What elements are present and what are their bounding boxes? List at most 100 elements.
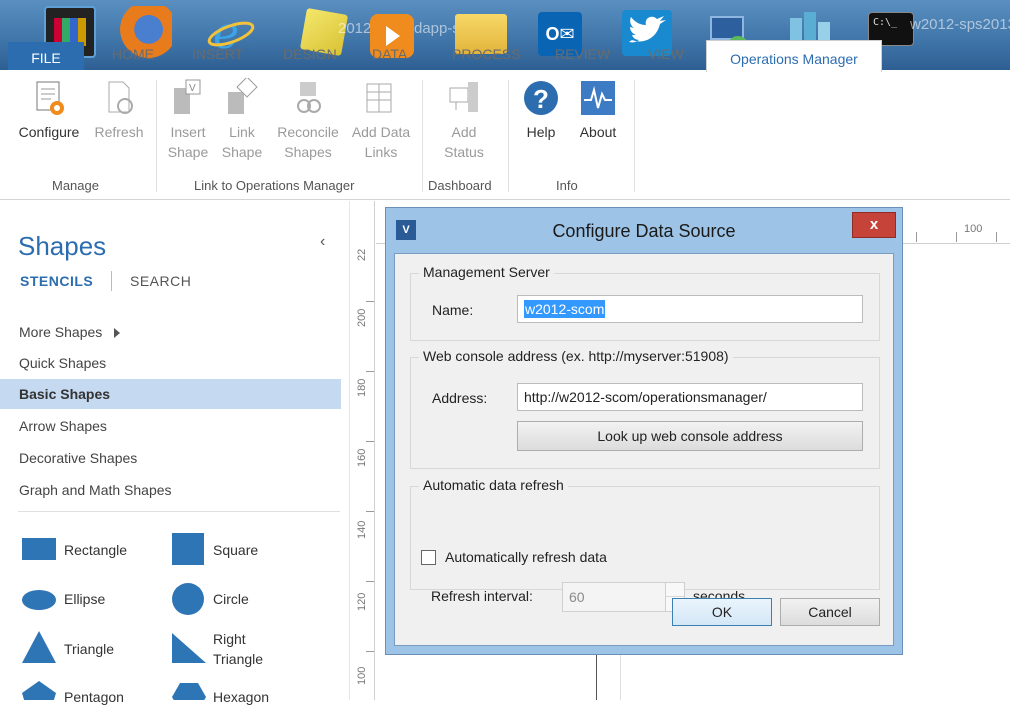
insert-shape-label-2: Shape	[167, 144, 209, 160]
web-console-group: Web console address (ex. http://myserver…	[410, 348, 880, 469]
stencil-graph-and-math-shapes[interactable]: Graph and Math Shapes	[0, 475, 341, 505]
configure-button[interactable]: Configure	[14, 78, 84, 142]
group-label-manage: Manage	[52, 178, 99, 193]
ruler-tick	[956, 232, 957, 242]
add-data-links-button[interactable]: Add Data Links	[346, 78, 416, 162]
group-separator	[422, 80, 423, 192]
auto-refresh-label[interactable]: Automatically refresh data	[445, 549, 607, 565]
refresh-icon	[99, 78, 139, 118]
refresh-interval-field[interactable]	[562, 582, 666, 612]
tab-search[interactable]: SEARCH	[130, 273, 191, 289]
insert-shape-button[interactable]: V Insert Shape	[162, 78, 214, 162]
refresh-interval-label: Refresh interval:	[431, 588, 533, 604]
ruler-tick	[996, 232, 997, 242]
tab-view[interactable]: VIEW	[648, 46, 684, 62]
lookup-web-console-address-button[interactable]: Look up web console address	[517, 421, 863, 451]
triangle-icon[interactable]	[22, 631, 56, 663]
collapse-pane-button[interactable]: ‹	[320, 233, 325, 251]
ruler-tick	[366, 371, 374, 372]
tab-process[interactable]: PROCESS	[452, 46, 520, 62]
name-label: Name:	[432, 302, 474, 318]
ellipse-icon[interactable]	[22, 589, 56, 611]
group-separator	[508, 80, 509, 192]
tab-home[interactable]: HOME	[112, 46, 154, 62]
tab-data[interactable]: DATA	[372, 46, 407, 62]
stencil-decorative-shapes[interactable]: Decorative Shapes	[0, 443, 341, 473]
shape-label-right-triangle[interactable]: Right Triangle	[213, 629, 273, 669]
link-shape-label-2: Shape	[221, 144, 263, 160]
close-button[interactable]: x	[852, 212, 896, 238]
stencil-basic-shapes[interactable]: Basic Shapes	[0, 379, 341, 409]
spin-up-button[interactable]	[666, 583, 684, 597]
cancel-button[interactable]: Cancel	[780, 598, 880, 626]
tab-operations-manager[interactable]: Operations Manager	[706, 40, 882, 72]
tab-stencils[interactable]: STENCILS	[20, 273, 93, 289]
insert-shape-label-1: Insert	[170, 124, 206, 140]
address-field[interactable]	[517, 383, 863, 411]
dialog-title: Configure Data Source	[552, 221, 736, 241]
circle-icon[interactable]	[172, 583, 204, 615]
auto-refresh-checkbox[interactable]	[421, 550, 436, 565]
add-status-button[interactable]: Add Status	[436, 78, 492, 162]
help-icon: ?	[521, 78, 561, 118]
shape-label-triangle[interactable]: Triangle	[64, 639, 114, 659]
configure-label: Configure	[18, 124, 80, 140]
stencil-more-shapes[interactable]: More Shapes	[0, 317, 341, 347]
stencil-separator	[18, 511, 340, 512]
tab-file[interactable]: FILE	[8, 42, 84, 70]
shape-label-ellipse[interactable]: Ellipse	[64, 589, 105, 609]
ruler-number: 200	[356, 308, 368, 327]
right-triangle-icon[interactable]	[172, 633, 206, 663]
shapes-title: Shapes	[18, 231, 107, 261]
about-button[interactable]: About	[570, 78, 626, 142]
reconcile-shapes-button[interactable]: Reconcile Shapes	[272, 78, 344, 162]
ruler-tick	[916, 232, 917, 242]
help-button[interactable]: ? Help	[518, 78, 564, 142]
taskbar-label: w2012-sps2013	[910, 16, 1010, 33]
shape-label-pentagon[interactable]: Pentagon	[64, 687, 124, 707]
arrow-right-icon	[114, 328, 121, 339]
link-shape-label-1: Link	[229, 124, 255, 140]
ruler-number: 140	[356, 520, 368, 539]
name-value: w2012-scom	[524, 300, 606, 318]
add-status-label-1: Add	[451, 124, 477, 140]
group-label-dashboard: Dashboard	[428, 178, 492, 193]
shape-label-hexagon[interactable]: Hexagon	[213, 687, 269, 707]
ruler-number: 160	[356, 448, 368, 467]
reconcile-shapes-label-2: Shapes	[284, 144, 332, 160]
tab-review[interactable]: REVIEW	[555, 46, 610, 62]
group-label-link-to-operations-manager: Link to Operations Manager	[194, 178, 355, 193]
ruler-tick	[366, 581, 374, 582]
taskbar-label: dapp-s	[414, 20, 460, 37]
link-shape-button[interactable]: Link Shape	[216, 76, 268, 162]
shapes-pane: Shapes ‹ STENCILS SEARCH More Shapes Qui…	[0, 201, 346, 705]
shape-label-circle[interactable]: Circle	[213, 589, 249, 609]
tab-insert[interactable]: INSERT	[192, 46, 243, 62]
link-shape-icon	[222, 76, 262, 118]
ruler-number: 100	[964, 223, 983, 235]
rectangle-icon[interactable]	[22, 538, 56, 560]
stencil-label: More Shapes	[19, 324, 103, 340]
name-field[interactable]: w2012-scom	[517, 295, 863, 323]
square-icon[interactable]	[172, 533, 204, 565]
ruler-number: 100	[356, 666, 368, 685]
dialog-titlebar[interactable]: V Configure Data Source x	[386, 208, 902, 252]
reconcile-shapes-icon	[288, 78, 328, 118]
add-data-links-label-1: Add Data	[351, 124, 411, 140]
shape-label-square[interactable]: Square	[213, 540, 258, 560]
svg-text:V: V	[189, 83, 196, 94]
stencil-quick-shapes[interactable]: Quick Shapes	[0, 348, 341, 378]
tab-design[interactable]: DESIGN	[283, 46, 337, 62]
shape-label-rectangle[interactable]: Rectangle	[64, 540, 127, 560]
ok-button[interactable]: OK	[672, 598, 772, 626]
add-data-links-label-2: Links	[364, 144, 398, 160]
stencil-arrow-shapes[interactable]: Arrow Shapes	[0, 411, 341, 441]
configure-icon	[29, 78, 69, 118]
pentagon-icon[interactable]	[22, 681, 56, 700]
refresh-button[interactable]: Refresh	[88, 78, 150, 142]
add-status-label-2: Status	[444, 144, 484, 160]
refresh-label: Refresh	[94, 124, 144, 140]
hexagon-icon[interactable]	[172, 683, 206, 700]
add-data-links-icon	[361, 78, 401, 118]
ruler-tick	[366, 651, 374, 652]
